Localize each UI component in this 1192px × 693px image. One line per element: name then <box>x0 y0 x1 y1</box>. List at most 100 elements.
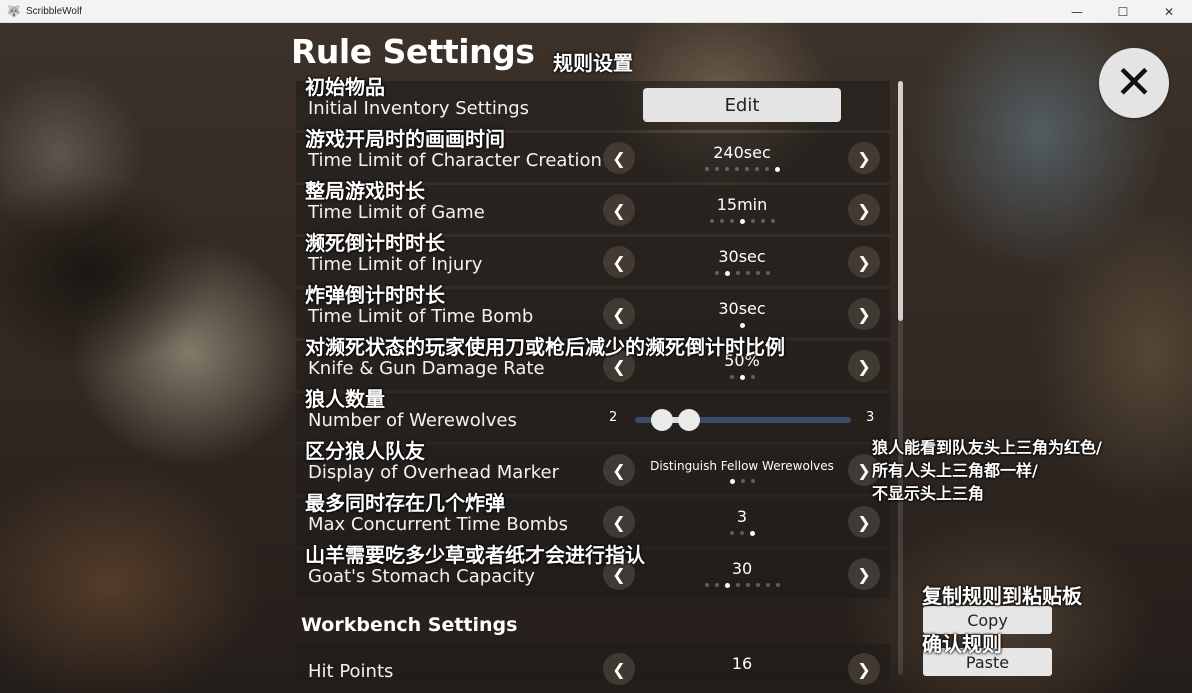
option-dot <box>754 167 759 171</box>
option-dot <box>709 219 714 223</box>
overhead-marker-note: 狼人能看到队友头上三角为红色/ 所有人头上三角都一样/ 不显示头上三角 <box>872 436 1102 505</box>
close-settings-button[interactable]: ✕ <box>1099 48 1169 118</box>
next-option-button[interactable]: ❯ <box>848 653 880 685</box>
option-indicator <box>636 323 848 328</box>
chevron-left-icon: ❮ <box>612 304 626 324</box>
option-value: 240sec <box>713 143 771 162</box>
option-dot <box>739 531 744 535</box>
rule-label: Time Limit of Injury <box>308 254 483 275</box>
rule-row: 对濒死状态的玩家使用刀或枪后减少的濒死倒计时比例 Knife & Gun Dama… <box>296 335 890 390</box>
option-dot <box>750 479 755 483</box>
option-dot <box>765 583 770 587</box>
rule-label-translation: 最多同时存在几个炸弹 <box>305 491 505 515</box>
previous-option-button[interactable]: ❮ <box>603 246 635 278</box>
option-dot <box>764 167 769 171</box>
option-dot <box>755 583 760 587</box>
chevron-left-icon: ❮ <box>612 659 626 679</box>
slider-max-handle[interactable] <box>678 409 700 431</box>
note-line: 不显示头上三角 <box>872 484 985 503</box>
maximize-button[interactable]: ☐ <box>1100 0 1146 23</box>
scrollbar-thumb[interactable] <box>898 81 903 321</box>
option-dot <box>750 375 755 379</box>
option-dot <box>704 583 709 587</box>
option-value: Distinguish Fellow Werewolves <box>650 459 834 473</box>
chevron-right-icon: ❯ <box>857 356 871 376</box>
rule-label: Time Limit of Time Bomb <box>308 306 534 327</box>
paste-button-translation: 确认规则 <box>922 632 1002 656</box>
chevron-right-icon: ❯ <box>857 148 871 168</box>
previous-option-button[interactable]: ❮ <box>603 506 635 538</box>
chevron-left-icon: ❮ <box>612 460 626 480</box>
slider-min-label: 2 <box>609 410 618 425</box>
window-titlebar: 🐺 ScribbleWolf — ☐ ✕ <box>0 0 1192 23</box>
slider-max-label: 3 <box>866 410 875 425</box>
previous-option-button[interactable]: ❮ <box>603 653 635 685</box>
option-dot <box>740 479 745 483</box>
option-dot <box>749 531 755 536</box>
chevron-left-icon: ❮ <box>612 200 626 220</box>
window-close-button[interactable]: ✕ <box>1146 0 1192 23</box>
slider-min-handle[interactable] <box>651 409 673 431</box>
option-indicator <box>636 531 848 536</box>
option-dot <box>739 375 745 380</box>
workbench-label: Hit Points <box>308 661 394 682</box>
next-option-button[interactable]: ❯ <box>848 194 880 226</box>
rule-settings-list[interactable]: 初始物品 Initial Inventory Settings Edit 游戏开局时的… <box>296 75 890 693</box>
rule-label-translation: 初始物品 <box>305 75 385 99</box>
rule-label: Time Limit of Character Creation <box>308 150 602 171</box>
rule-label-translation: 狼人数量 <box>305 387 385 411</box>
option-dot <box>724 167 729 171</box>
option-dot <box>760 219 765 223</box>
option-indicator <box>636 479 848 484</box>
option-indicator <box>636 583 848 588</box>
option-indicator <box>636 167 848 172</box>
next-option-button[interactable]: ❯ <box>848 142 880 174</box>
option-dot <box>739 323 745 328</box>
rule-label-translation: 对濒死状态的玩家使用刀或枪后减少的濒死倒计时比例 <box>305 335 785 359</box>
note-line: 所有人头上三角都一样/ <box>872 461 1038 480</box>
option-dot <box>729 219 734 223</box>
option-dot <box>729 479 735 484</box>
next-option-button[interactable]: ❯ <box>848 298 880 330</box>
workbench-row: Hit Points ❮ 16 ❯ <box>296 644 890 685</box>
option-dot <box>714 167 719 171</box>
chevron-right-icon: ❯ <box>857 564 871 584</box>
rule-label: Knife & Gun Damage Rate <box>308 358 545 379</box>
rule-label-translation: 濒死倒计时时长 <box>305 231 445 255</box>
rule-label-translation: 炸弹倒计时时长 <box>305 283 445 307</box>
next-option-button[interactable]: ❯ <box>848 246 880 278</box>
previous-option-button[interactable]: ❮ <box>603 454 635 486</box>
option-dot <box>744 167 749 171</box>
previous-option-button[interactable]: ❮ <box>603 142 635 174</box>
option-dot <box>729 531 734 535</box>
option-dot <box>739 219 745 224</box>
rule-label: Number of Werewolves <box>308 410 517 431</box>
rule-label: Max Concurrent Time Bombs <box>308 514 569 535</box>
note-line: 狼人能看到队友头上三角为红色/ <box>872 438 1102 457</box>
previous-option-button[interactable]: ❮ <box>603 194 635 226</box>
option-dot <box>755 271 760 275</box>
chevron-right-icon: ❯ <box>857 304 871 324</box>
option-indicator <box>636 219 848 224</box>
option-dot <box>704 167 709 171</box>
option-dot <box>735 271 740 275</box>
next-option-button[interactable]: ❯ <box>848 350 880 382</box>
option-indicator <box>636 375 848 380</box>
minimize-button[interactable]: — <box>1054 0 1100 23</box>
option-value: 30 <box>731 559 753 578</box>
option-dot <box>750 219 755 223</box>
next-option-button[interactable]: ❯ <box>848 558 880 590</box>
rule-label-translation: 游戏开局时的画画时间 <box>305 127 505 151</box>
rule-label: Initial Inventory Settings <box>308 98 530 119</box>
workbench-section-title: Workbench Settings <box>301 614 518 636</box>
page-title: Rule Settings <box>291 32 535 71</box>
close-icon: ✕ <box>1114 55 1154 109</box>
rule-label-translation: 区分狼人队友 <box>305 439 425 463</box>
option-value: 15min <box>716 195 768 214</box>
rule-label-translation: 山羊需要吃多少草或者纸才会进行指认 <box>305 543 645 567</box>
option-dot <box>745 271 750 275</box>
edit-inventory-button[interactable]: Edit <box>643 88 841 122</box>
option-dot <box>734 167 739 171</box>
previous-option-button[interactable]: ❮ <box>603 298 635 330</box>
next-option-button[interactable]: ❯ <box>848 506 880 538</box>
